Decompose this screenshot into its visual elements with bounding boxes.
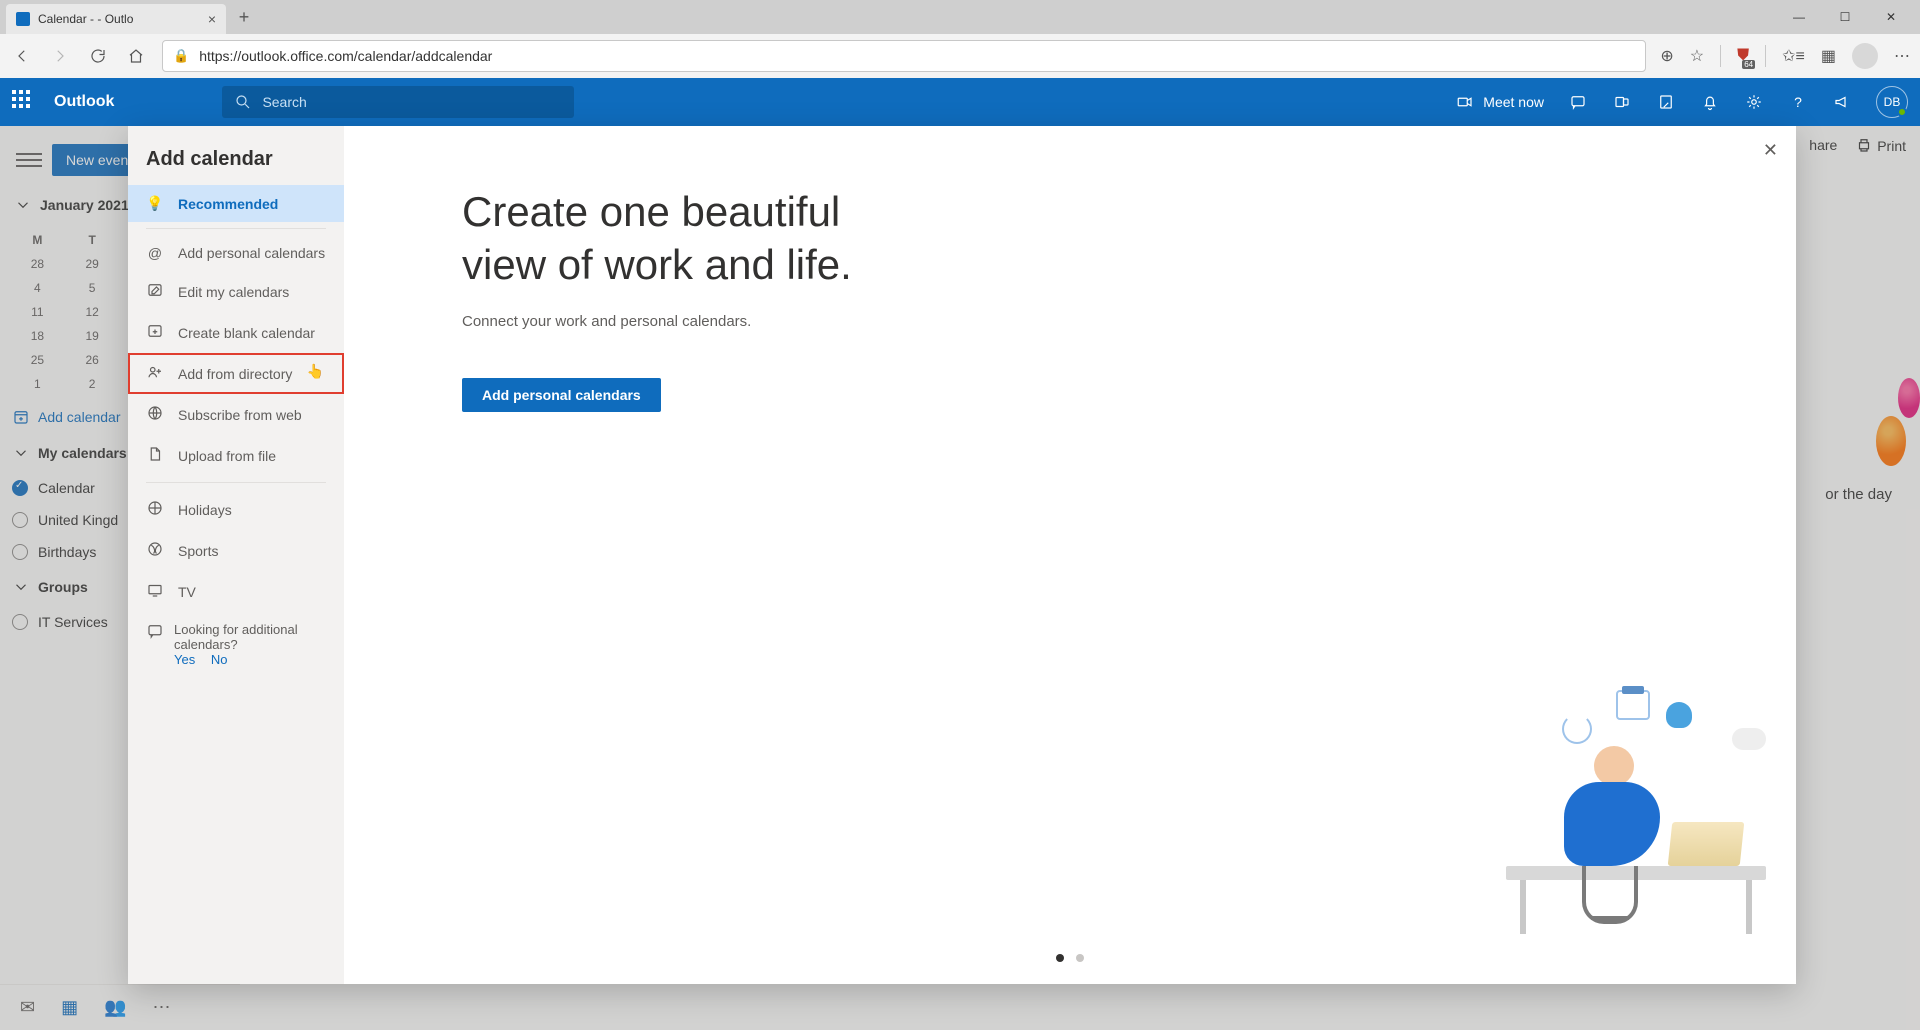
url-text: https://outlook.office.com/calendar/addc…	[199, 48, 492, 64]
hero-heading: Create one beautiful view of work and li…	[462, 186, 1022, 291]
at-icon: @	[146, 245, 164, 261]
sidebar-item-add-personal[interactable]: @ Add personal calendars	[128, 235, 344, 271]
sports-icon	[146, 540, 164, 561]
addr-right-icons: ⊕ ☆ ⛊ 64 ✩≡ ▦ ⋯	[1660, 43, 1910, 69]
window-close-button[interactable]: ✕	[1868, 0, 1914, 34]
lock-icon: 🔒	[173, 48, 189, 64]
profile-button[interactable]	[1852, 43, 1878, 69]
sidebar-item-upload-file[interactable]: Upload from file	[128, 435, 344, 476]
feedback-icon	[146, 622, 164, 643]
search-icon	[234, 93, 252, 111]
add-page-icon[interactable]: ⊕	[1660, 46, 1673, 66]
collections-button[interactable]: ▦	[1821, 46, 1836, 66]
close-button[interactable]: ✕	[1763, 140, 1778, 161]
feedback-no-link[interactable]: No	[211, 652, 228, 667]
extension-badge[interactable]: ⛊ 64	[1737, 47, 1749, 65]
window-maximize-button[interactable]: ☐	[1822, 0, 1868, 34]
separator	[1720, 45, 1721, 67]
calendar-plus-icon	[146, 322, 164, 343]
forward-button[interactable]	[48, 44, 72, 68]
favorite-icon[interactable]: ☆	[1690, 46, 1704, 66]
video-icon	[1455, 92, 1475, 112]
file-icon	[146, 445, 164, 466]
back-button[interactable]	[10, 44, 34, 68]
lightbulb-icon: 💡	[146, 195, 164, 212]
note-icon[interactable]	[1656, 92, 1676, 112]
add-personal-calendars-button[interactable]: Add personal calendars	[462, 378, 661, 412]
gear-icon[interactable]	[1744, 92, 1764, 112]
teams-icon[interactable]	[1612, 92, 1632, 112]
edit-icon	[146, 281, 164, 302]
outlook-header: Outlook Meet now ? DB	[0, 78, 1920, 126]
meet-now-button[interactable]: Meet now	[1455, 92, 1544, 112]
tab-strip: Calendar - - Outlo × + — ☐ ✕	[0, 0, 1920, 34]
separator	[146, 482, 326, 483]
pager-dot[interactable]	[1056, 954, 1064, 962]
hero-illustration	[1506, 684, 1766, 934]
sidebar-item-subscribe-web[interactable]: Subscribe from web	[128, 394, 344, 435]
globe-icon	[146, 499, 164, 520]
bell-icon[interactable]	[1700, 92, 1720, 112]
globe-web-icon	[146, 404, 164, 425]
refresh-button[interactable]	[86, 44, 110, 68]
separator	[1765, 45, 1766, 67]
search-box[interactable]	[222, 86, 574, 118]
tab-close-icon[interactable]: ×	[208, 11, 216, 27]
content-area: New event January 2021 MTWT 282930314567…	[0, 126, 1920, 1030]
carousel-pager[interactable]	[1056, 954, 1084, 962]
sidebar-item-recommended[interactable]: 💡 Recommended	[128, 185, 344, 222]
favicon-icon	[16, 12, 30, 26]
tab-title: Calendar - - Outlo	[38, 12, 133, 26]
separator	[146, 228, 326, 229]
presence-indicator	[1897, 107, 1907, 117]
browser-tab[interactable]: Calendar - - Outlo ×	[6, 4, 226, 34]
browser-chrome: Calendar - - Outlo × + — ☐ ✕ 🔒 https://o…	[0, 0, 1920, 78]
add-calendar-main: ✕ Create one beautiful view of work and …	[344, 126, 1796, 984]
cursor-icon: 👆	[307, 363, 324, 380]
add-calendar-sidebar: Add calendar 💡 Recommended @ Add persona…	[128, 126, 344, 984]
hero-subtitle: Connect your work and personal calendars…	[462, 313, 1796, 330]
person-add-icon	[146, 363, 164, 384]
user-avatar[interactable]: DB	[1876, 86, 1908, 118]
new-tab-button[interactable]: +	[230, 3, 258, 31]
panel-title: Add calendar	[128, 144, 344, 185]
meet-now-label: Meet now	[1483, 94, 1544, 110]
sidebar-item-holidays[interactable]: Holidays	[128, 489, 344, 530]
sidebar-item-edit-my-calendars[interactable]: Edit my calendars	[128, 271, 344, 312]
app-launcher-icon[interactable]	[12, 90, 36, 114]
home-button[interactable]	[124, 44, 148, 68]
help-icon[interactable]: ?	[1788, 92, 1808, 112]
favorites-button[interactable]: ✩≡	[1782, 46, 1805, 66]
feedback-row: Looking for additional calendars? Yes No	[128, 612, 344, 677]
search-input[interactable]	[262, 94, 562, 110]
window-controls: — ☐ ✕	[1776, 0, 1914, 34]
badge-count: 64	[1742, 60, 1755, 69]
tv-icon	[146, 581, 164, 602]
address-bar: 🔒 https://outlook.office.com/calendar/ad…	[0, 34, 1920, 78]
add-calendar-panel: Add calendar 💡 Recommended @ Add persona…	[128, 126, 1796, 984]
pager-dot[interactable]	[1076, 954, 1084, 962]
feedback-yes-link[interactable]: Yes	[174, 652, 195, 667]
sidebar-item-sports[interactable]: Sports	[128, 530, 344, 571]
sidebar-item-create-blank[interactable]: Create blank calendar	[128, 312, 344, 353]
megaphone-icon[interactable]	[1832, 92, 1852, 112]
more-button[interactable]: ⋯	[1894, 46, 1910, 66]
sidebar-item-tv[interactable]: TV	[128, 571, 344, 612]
window-minimize-button[interactable]: —	[1776, 0, 1822, 34]
url-input[interactable]: 🔒 https://outlook.office.com/calendar/ad…	[162, 40, 1646, 72]
header-right: Meet now ? DB	[1455, 86, 1908, 118]
user-initials: DB	[1884, 95, 1901, 109]
app-name: Outlook	[54, 93, 114, 111]
chat-icon[interactable]	[1568, 92, 1588, 112]
sidebar-item-add-from-directory[interactable]: Add from directory 👆	[128, 353, 344, 394]
